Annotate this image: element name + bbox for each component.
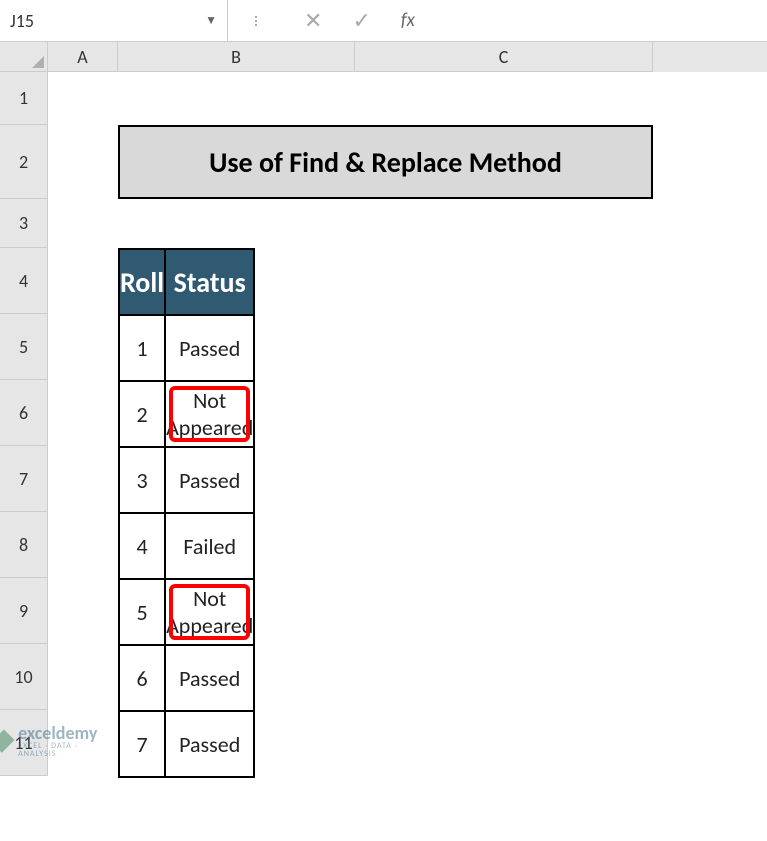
watermark-logo-icon	[0, 729, 14, 752]
column-headers: A B C	[0, 42, 767, 72]
table-row: 4Failed	[119, 513, 254, 579]
col-header-A[interactable]: A	[48, 42, 118, 72]
cell-roll[interactable]: 4	[119, 513, 165, 579]
cancel-icon[interactable]: ✕	[304, 7, 322, 34]
cell-status[interactable]: Passed	[165, 447, 254, 513]
table-row: 1Passed	[119, 315, 254, 381]
title-merged-cell[interactable]: Use of Find & Replace Method	[118, 125, 653, 199]
row-header-10[interactable]: 10	[0, 644, 48, 710]
cell-roll[interactable]: 7	[119, 711, 165, 777]
row-header-1[interactable]: 1	[0, 72, 48, 125]
row-header-8[interactable]: 8	[0, 512, 48, 578]
row-header-6[interactable]: 6	[0, 380, 48, 446]
cell-roll[interactable]: 5	[119, 579, 165, 645]
row-header-3[interactable]: 3	[0, 199, 48, 248]
col-header-B[interactable]: B	[118, 42, 355, 72]
watermark-tagline: EXCEL · DATA · ANALYSIS	[18, 742, 100, 758]
accept-icon[interactable]: ✓	[352, 7, 370, 34]
cell-status[interactable]: Passed	[165, 315, 254, 381]
cell-status[interactable]: Failed	[165, 513, 254, 579]
cell-status[interactable]: Passed	[165, 711, 254, 777]
row-header-2[interactable]: 2	[0, 125, 48, 199]
row-header-4[interactable]: 4	[0, 248, 48, 314]
formula-tools: ✕ ✓ fx	[228, 7, 430, 34]
separator-icon	[253, 16, 259, 26]
col-header-C[interactable]: C	[355, 42, 653, 72]
table-row: 2Not Appeared	[119, 381, 254, 447]
formula-bar: J15 ▼ ✕ ✓ fx	[0, 0, 767, 42]
row-header-5[interactable]: 5	[0, 314, 48, 380]
select-all-corner[interactable]	[0, 42, 48, 72]
cell-status[interactable]: Not Appeared	[165, 381, 254, 447]
row-header-7[interactable]: 7	[0, 446, 48, 512]
highlight-box	[169, 386, 250, 442]
row-headers: 1 2 3 4 5 6 7 8 9 10 11	[0, 72, 48, 776]
header-status[interactable]: Status	[165, 249, 254, 315]
watermark-name: exceldemy	[18, 724, 100, 742]
table-row: 3Passed	[119, 447, 254, 513]
header-roll[interactable]: Roll	[119, 249, 165, 315]
watermark: exceldemy EXCEL · DATA · ANALYSIS	[0, 724, 101, 758]
cell-roll[interactable]: 6	[119, 645, 165, 711]
name-box-value: J15	[10, 10, 34, 32]
table-header-row: Roll Status	[119, 249, 254, 315]
cell-roll[interactable]: 1	[119, 315, 165, 381]
cell-status[interactable]: Not Appeared	[165, 579, 254, 645]
table-row: 5Not Appeared	[119, 579, 254, 645]
dropdown-icon[interactable]: ▼	[205, 13, 217, 28]
data-table: Roll Status 1Passed2Not Appeared3Passed4…	[118, 248, 255, 778]
cell-status[interactable]: Passed	[165, 645, 254, 711]
table-row: 7Passed	[119, 711, 254, 777]
row-header-9[interactable]: 9	[0, 578, 48, 644]
cell-roll[interactable]: 2	[119, 381, 165, 447]
highlight-box	[169, 584, 250, 640]
table-row: 6Passed	[119, 645, 254, 711]
name-box[interactable]: J15 ▼	[0, 0, 228, 41]
cell-roll[interactable]: 3	[119, 447, 165, 513]
fx-icon[interactable]: fx	[401, 9, 415, 32]
